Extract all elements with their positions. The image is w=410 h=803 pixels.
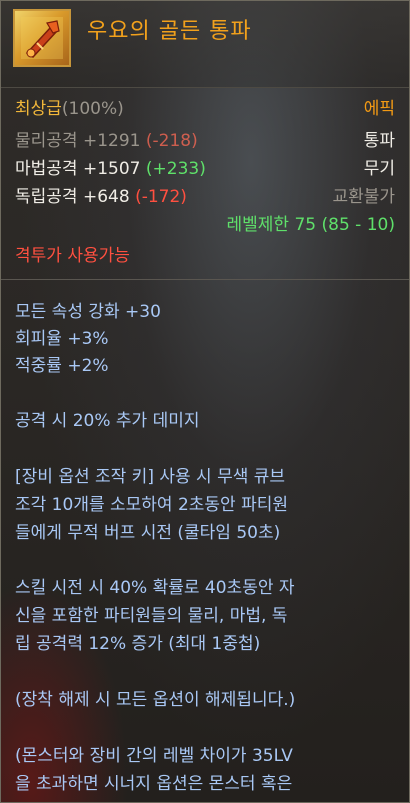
grade-percent: (100%) bbox=[61, 99, 124, 119]
tooltip-header: 우요의 골든 통파 bbox=[1, 1, 409, 88]
item-tooltip: 우요의 골든 통파 최상급(100%) 에픽 물리공격 +1291 (-218)… bbox=[0, 0, 410, 803]
description-line: (장착 해제 시 모든 옵션이 해제됩니다.) bbox=[15, 690, 296, 710]
description-line: 스킬 시전 시 40% 확률로 40초동안 자 bbox=[15, 578, 295, 598]
magic-attack-value: +1507 bbox=[82, 159, 141, 179]
physical-attack-label: 물리공격 bbox=[15, 131, 78, 151]
physical-attack-row: 물리공격 +1291 (-218) bbox=[15, 126, 198, 151]
section-divider bbox=[1, 279, 409, 280]
description-line: 을 초과하면 시너지 옵션은 몬스터 혹은 bbox=[15, 774, 293, 794]
description-line: 모든 속성 강화 +30 bbox=[15, 302, 161, 322]
slot-label: 무기 bbox=[363, 159, 395, 179]
item-name: 우요의 골든 통파 bbox=[87, 19, 252, 44]
physical-attack-value: +1291 bbox=[82, 131, 141, 151]
magic-attack-row: 마법공격 +1507 (+233) bbox=[15, 154, 206, 179]
description-line: 립 공격력 12% 증가 (최대 1중첩) bbox=[15, 634, 261, 654]
golden-tonfa-icon-graphic bbox=[21, 17, 63, 59]
grade-row: 최상급(100%) bbox=[15, 94, 124, 119]
rarity-label: 에픽 bbox=[363, 99, 395, 119]
magic-attack-diff: (+233) bbox=[145, 159, 206, 179]
magic-attack-label: 마법공격 bbox=[15, 159, 78, 179]
grade-label: 최상급 bbox=[15, 99, 62, 119]
independent-attack-label: 독립공격 bbox=[15, 187, 78, 207]
description-line: 들에게 무적 버프 시전 (쿨타임 50초) bbox=[15, 523, 281, 543]
description-line: [장비 옵션 조작 키] 사용 시 무색 큐브 bbox=[15, 467, 286, 487]
description-line: 회피율 +3% bbox=[15, 329, 109, 349]
description-line: (몬스터와 장비 간의 레벨 차이가 35LV bbox=[15, 746, 293, 766]
physical-attack-diff: (-218) bbox=[145, 131, 198, 151]
independent-attack-row: 독립공격 +648 (-172) bbox=[15, 182, 187, 207]
independent-attack-diff: (-172) bbox=[135, 187, 187, 207]
description-line: 신을 포함한 파티원들의 물리, 마법, 독 bbox=[15, 606, 288, 626]
description-line: 적중률 +2% bbox=[15, 356, 109, 376]
level-limit-label: 레벨제한 75 (85 - 10) bbox=[226, 215, 395, 235]
description-line: 조각 10개를 소모하여 2초동안 파티원 bbox=[15, 495, 289, 515]
independent-attack-value: +648 bbox=[82, 187, 130, 207]
item-type-label: 통파 bbox=[363, 131, 395, 151]
description-line: 공격 시 20% 추가 데미지 bbox=[15, 411, 200, 431]
golden-tonfa-icon bbox=[13, 9, 71, 67]
class-usable-label: 격투가 사용가능 bbox=[15, 246, 130, 266]
trade-status-label: 교환불가 bbox=[332, 187, 395, 207]
